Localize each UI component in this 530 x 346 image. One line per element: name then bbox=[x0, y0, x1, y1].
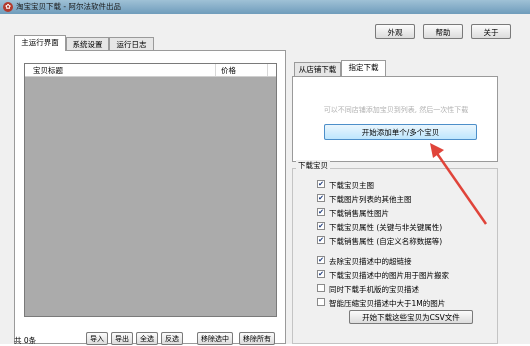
tab-main[interactable]: 主运行界面 bbox=[14, 35, 66, 51]
tab-specify-download[interactable]: 指定下载 bbox=[341, 60, 386, 76]
annotation-arrow bbox=[430, 143, 488, 225]
